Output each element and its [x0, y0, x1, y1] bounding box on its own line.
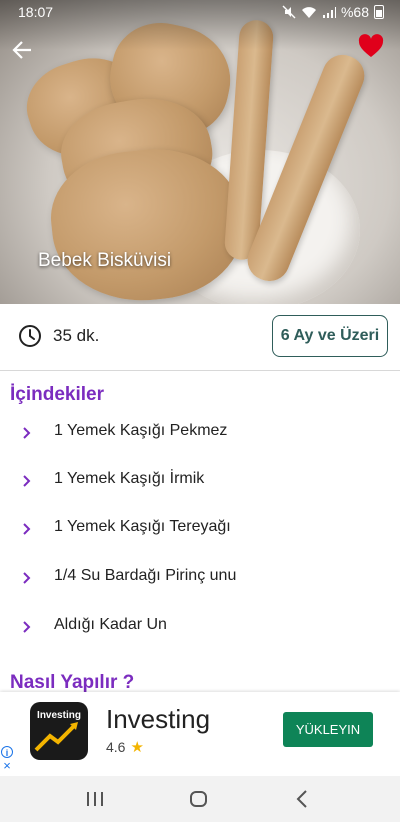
chevron-right-icon — [23, 475, 31, 487]
favorite-button[interactable] — [358, 34, 386, 62]
ingredient-label: 1 Yemek Kaşığı İrmik — [54, 470, 205, 487]
recipe-info-row: 35 dk. 6 Ay ve Üzeri — [0, 304, 400, 371]
battery-icon — [374, 5, 384, 19]
heart-icon — [358, 34, 384, 57]
ingredient-label: 1 Yemek Kaşığı Pekmez — [54, 422, 228, 439]
ad-app-name: Investing — [106, 704, 211, 734]
chevron-right-icon — [23, 572, 31, 584]
mute-icon — [282, 5, 296, 19]
recipe-hero-image: Bebek Bisküvisi — [0, 0, 400, 304]
ad-install-button[interactable]: YÜKLEYIN — [283, 712, 373, 747]
ingredients-heading: İçindekiler — [10, 384, 104, 405]
age-group-button[interactable]: 6 Ay ve Üzeri — [272, 315, 388, 357]
ad-close-icon[interactable]: × — [1, 759, 13, 772]
ad-rating: 4.6 ★ — [106, 738, 144, 756]
back-nav-icon[interactable] — [290, 786, 316, 812]
clock-icon — [19, 325, 41, 347]
arrow-left-icon — [12, 41, 31, 59]
wifi-icon — [301, 6, 316, 18]
ingredient-item[interactable]: 1 Yemek Kaşığı Tereyağı — [0, 510, 400, 550]
ingredient-label: Aldığı Kadar Un — [54, 616, 167, 633]
star-icon: ★ — [130, 739, 144, 756]
ingredient-label: 1 Yemek Kaşığı Tereyağı — [54, 518, 231, 535]
ingredient-item[interactable]: 1/4 Su Bardağı Pirinç unu — [0, 559, 400, 599]
status-time: 18:07 — [18, 4, 54, 20]
ingredient-item[interactable]: Aldığı Kadar Un — [0, 608, 400, 648]
signal-icon — [322, 6, 336, 18]
ingredient-item[interactable]: 1 Yemek Kaşığı İrmik — [0, 462, 400, 502]
ad-app-logo: Investing — [30, 702, 88, 760]
chevron-right-icon — [23, 523, 31, 535]
ingredient-label: 1/4 Su Bardağı Pirinç unu — [54, 567, 237, 584]
ad-rating-value: 4.6 — [106, 739, 126, 755]
ad-info-icon[interactable]: i — [1, 746, 13, 758]
chevron-right-icon — [23, 621, 31, 633]
home-icon[interactable] — [186, 786, 212, 812]
ad-banner[interactable]: Investing Investing 4.6 ★ YÜKLEYIN i × — [0, 692, 400, 776]
status-icons: %68 — [282, 4, 384, 20]
chart-line-icon — [34, 722, 78, 752]
battery-text: %68 — [340, 4, 369, 20]
status-bar: 18:07 %68 — [0, 0, 400, 24]
back-button[interactable] — [8, 36, 36, 64]
recipe-title: Bebek Bisküvisi — [38, 250, 172, 271]
recent-apps-icon[interactable] — [82, 786, 108, 812]
instructions-heading: Nasıl Yapılır ? — [10, 672, 135, 693]
system-nav-bar — [0, 776, 400, 822]
recipe-duration: 35 dk. — [53, 326, 100, 345]
chevron-right-icon — [23, 427, 31, 439]
ingredient-item[interactable]: 1 Yemek Kaşığı Pekmez — [0, 414, 400, 454]
